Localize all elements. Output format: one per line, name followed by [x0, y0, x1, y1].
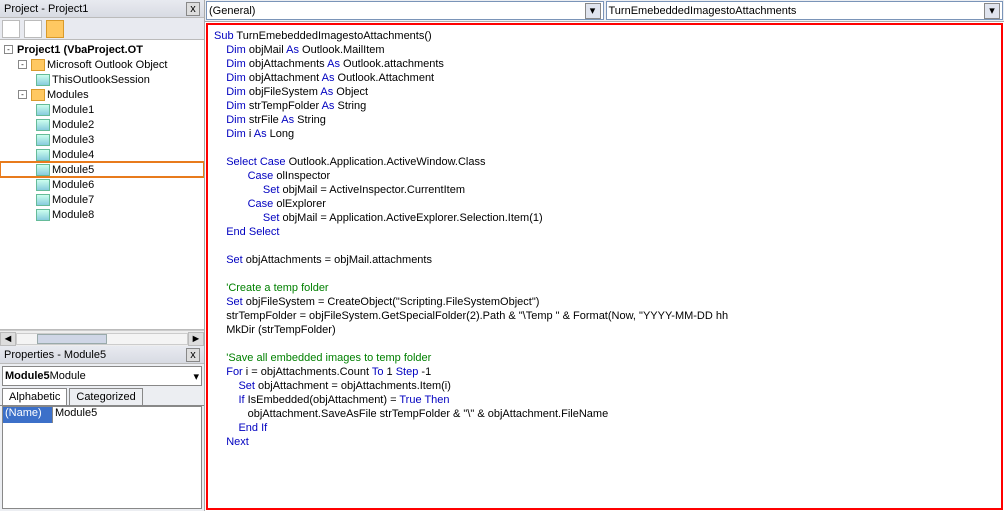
module-icon [36, 119, 50, 131]
module-icon [36, 179, 50, 191]
tree-module[interactable]: Module1 [0, 102, 204, 117]
module-icon [36, 194, 50, 206]
tree-outlook-objects[interactable]: - Microsoft Outlook Object [0, 57, 204, 72]
module-icon [36, 164, 50, 176]
project-toolbar [0, 18, 204, 40]
tree-module-selected[interactable]: Module5 [0, 162, 204, 177]
chevron-down-icon[interactable]: ▾ [984, 3, 1000, 19]
collapse-icon[interactable]: - [18, 60, 27, 69]
project-tree[interactable]: - Project1 (VbaProject.OT - Microsoft Ou… [0, 40, 204, 330]
module-icon [36, 134, 50, 146]
tree-module[interactable]: Module2 [0, 117, 204, 132]
module-icon [36, 74, 50, 86]
tree-node-label: Module6 [52, 179, 94, 191]
tree-module[interactable]: Module7 [0, 192, 204, 207]
module-icon [36, 104, 50, 116]
code-dropdowns: (General) ▾ TurnEmebeddedImagestoAttachm… [205, 0, 1004, 22]
project-panel-label: Project - Project1 [4, 0, 186, 18]
code-content[interactable]: Sub TurnEmebeddedImagestoAttachments() D… [208, 25, 1001, 453]
object-dropdown-text: (General) [209, 5, 585, 17]
scroll-track[interactable] [16, 333, 188, 345]
scroll-left-icon[interactable]: ◄ [0, 332, 16, 346]
tab-categorized[interactable]: Categorized [69, 388, 142, 405]
toggle-folders-icon[interactable] [46, 20, 64, 38]
tree-root[interactable]: - Project1 (VbaProject.OT [0, 42, 204, 57]
tree-module[interactable]: Module8 [0, 207, 204, 222]
object-dropdown[interactable]: (General) ▾ [206, 1, 604, 20]
selector-name: Module5 [5, 370, 50, 382]
property-row[interactable]: (Name) Module5 [3, 407, 201, 423]
project-panel-title: Project - Project1 x [0, 0, 204, 18]
properties-panel-title: Properties - Module5 x [0, 346, 204, 364]
tree-node-label: Module8 [52, 209, 94, 221]
properties-grid: (Name) Module5 [2, 406, 202, 509]
view-object-icon[interactable] [24, 20, 42, 38]
tab-alphabetic[interactable]: Alphabetic [2, 388, 67, 405]
module-icon [36, 209, 50, 221]
module-icon [36, 149, 50, 161]
tree-module[interactable]: Module3 [0, 132, 204, 147]
procedure-dropdown-text: TurnEmebeddedImagestoAttachments [609, 5, 985, 17]
properties-panel-label: Properties - Module5 [4, 346, 186, 364]
folder-icon [31, 89, 45, 101]
properties-object-selector[interactable]: Module5 Module ▾ [2, 366, 202, 386]
tree-node-label: Module5 [52, 164, 94, 176]
scroll-right-icon[interactable]: ► [188, 332, 204, 346]
tree-node-label: Module3 [52, 134, 94, 146]
code-editor[interactable]: Sub TurnEmebeddedImagestoAttachments() D… [206, 23, 1003, 510]
tree-node-label: Module2 [52, 119, 94, 131]
selector-type: Module [50, 370, 86, 382]
collapse-icon[interactable]: - [18, 90, 27, 99]
tree-this-session[interactable]: ThisOutlookSession [0, 72, 204, 87]
tree-node-label: Module7 [52, 194, 94, 206]
scroll-thumb[interactable] [37, 334, 107, 344]
chevron-down-icon[interactable]: ▾ [585, 3, 601, 19]
tree-node-label: Microsoft Outlook Object [47, 59, 167, 71]
collapse-icon[interactable]: - [4, 45, 13, 54]
property-value[interactable]: Module5 [53, 407, 201, 423]
properties-panel-close-button[interactable]: x [186, 348, 200, 362]
tree-node-label: Modules [47, 89, 89, 101]
properties-tabs: Alphabetic Categorized [0, 388, 204, 406]
tree-module[interactable]: Module4 [0, 147, 204, 162]
chevron-down-icon[interactable]: ▾ [193, 370, 199, 383]
tree-node-label: Module1 [52, 104, 94, 116]
procedure-dropdown[interactable]: TurnEmebeddedImagestoAttachments ▾ [606, 1, 1004, 20]
tree-node-label: ThisOutlookSession [52, 74, 150, 86]
project-h-scrollbar[interactable]: ◄ ► [0, 330, 204, 346]
tree-node-label: Module4 [52, 149, 94, 161]
property-key: (Name) [3, 407, 53, 423]
view-code-icon[interactable] [2, 20, 20, 38]
tree-module[interactable]: Module6 [0, 177, 204, 192]
tree-root-label: Project1 (VbaProject.OT [17, 44, 143, 56]
folder-icon [31, 59, 45, 71]
tree-modules-folder[interactable]: - Modules [0, 87, 204, 102]
project-panel-close-button[interactable]: x [186, 2, 200, 16]
